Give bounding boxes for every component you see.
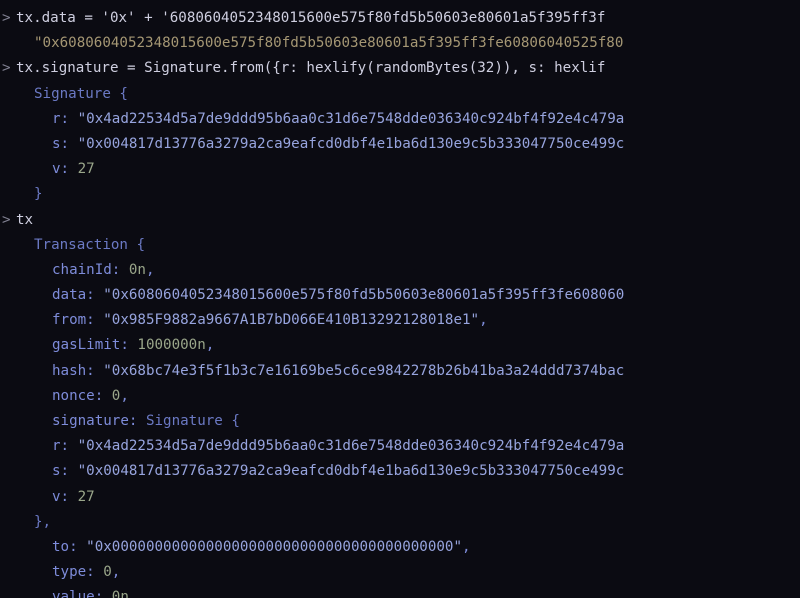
repl-output-line: gasLimit: 1000000n, — [0, 333, 800, 358]
repl-output-line: to: "0x000000000000000000000000000000000… — [0, 535, 800, 560]
object-value: 27 — [78, 161, 95, 177]
repl-input-line[interactable]: >tx.data = '0x' + '6080604052348015600e5… — [0, 6, 800, 31]
repl-output-line: "0x6080604052348015600e575f80fd5b50603e8… — [0, 31, 800, 56]
object-value: "0x6080604052348015600e575f80fd5b50603e8… — [103, 287, 624, 303]
repl-output-line: s: "0x004817d13776a3279a2ca9eafcd0dbf4e1… — [0, 459, 800, 484]
object-key: v: — [52, 161, 78, 177]
object-value: "0x985F9882a9667A1B7bD066E410B1329212801… — [103, 312, 479, 328]
object-key: to: — [52, 539, 86, 555]
repl-output-line: nonce: 0, — [0, 384, 800, 409]
input-text: tx.signature = Signature.from({r: hexlif… — [16, 60, 605, 76]
object-key: r: — [52, 438, 78, 454]
object-value: "0x0000000000000000000000000000000000000… — [86, 539, 462, 555]
object-value: "0x004817d13776a3279a2ca9eafcd0dbf4e1ba6… — [78, 463, 625, 479]
object-key: value: — [52, 589, 112, 598]
object-key: signature: — [52, 413, 146, 429]
repl-output-line: r: "0x4ad22534d5a7de9ddd95b6aa0c31d6e754… — [0, 107, 800, 132]
prompt-caret: > — [0, 56, 16, 81]
object-value: "0x68bc74e3f5f1b3c7e16169be5c6ce9842278b… — [103, 363, 624, 379]
repl-output-line: Signature { — [0, 82, 800, 107]
terminal-output[interactable]: >tx.data = '0x' + '6080604052348015600e5… — [0, 0, 800, 598]
repl-input-line[interactable]: >tx.signature = Signature.from({r: hexli… — [0, 56, 800, 81]
object-value: 0n — [112, 589, 129, 598]
object-key: from: — [52, 312, 103, 328]
object-value: "0x4ad22534d5a7de9ddd95b6aa0c31d6e7548dd… — [78, 438, 625, 454]
repl-output-line: hash: "0x68bc74e3f5f1b3c7e16169be5c6ce98… — [0, 359, 800, 384]
prompt-caret: > — [0, 208, 16, 233]
repl-output-line: }, — [0, 510, 800, 535]
repl-output-line: data: "0x6080604052348015600e575f80fd5b5… — [0, 283, 800, 308]
object-value: 27 — [78, 489, 95, 505]
input-text: tx.data = '0x' + '6080604052348015600e57… — [16, 10, 605, 26]
class-name: Signature { — [16, 86, 128, 102]
object-key: type: — [52, 564, 103, 580]
repl-output-line: r: "0x4ad22534d5a7de9ddd95b6aa0c31d6e754… — [0, 434, 800, 459]
repl-output-line: v: 27 — [0, 485, 800, 510]
object-key: hash: — [52, 363, 103, 379]
object-key: data: — [52, 287, 103, 303]
object-key: nonce: — [52, 388, 112, 404]
object-key: r: — [52, 111, 78, 127]
repl-output-line: value: 0n — [0, 585, 800, 598]
object-value: "0x004817d13776a3279a2ca9eafcd0dbf4e1ba6… — [78, 136, 625, 152]
class-name: Transaction { — [16, 237, 145, 253]
input-text: tx — [16, 212, 33, 228]
object-value: 1000000n — [137, 337, 205, 353]
repl-output-line: from: "0x985F9882a9667A1B7bD066E410B1329… — [0, 308, 800, 333]
object-value: "0x4ad22534d5a7de9ddd95b6aa0c31d6e7548dd… — [78, 111, 625, 127]
brace-close: }, — [16, 514, 51, 530]
repl-output-line: s: "0x004817d13776a3279a2ca9eafcd0dbf4e1… — [0, 132, 800, 157]
prompt-caret: > — [0, 6, 16, 31]
object-key: s: — [52, 463, 78, 479]
repl-output-line: chainId: 0n, — [0, 258, 800, 283]
class-name: Signature { — [146, 413, 240, 429]
object-value: 0n — [129, 262, 146, 278]
repl-output-line: Transaction { — [0, 233, 800, 258]
object-key: s: — [52, 136, 78, 152]
repl-output-line: type: 0, — [0, 560, 800, 585]
object-value: 0 — [103, 564, 112, 580]
output-string: "0x6080604052348015600e575f80fd5b50603e8… — [16, 35, 623, 51]
repl-input-line[interactable]: >tx — [0, 208, 800, 233]
repl-output-line: } — [0, 182, 800, 207]
object-key: chainId: — [52, 262, 129, 278]
object-key: gasLimit: — [52, 337, 137, 353]
repl-output-line: signature: Signature { — [0, 409, 800, 434]
brace-close: } — [16, 186, 43, 202]
object-key: v: — [52, 489, 78, 505]
repl-output-line: v: 27 — [0, 157, 800, 182]
